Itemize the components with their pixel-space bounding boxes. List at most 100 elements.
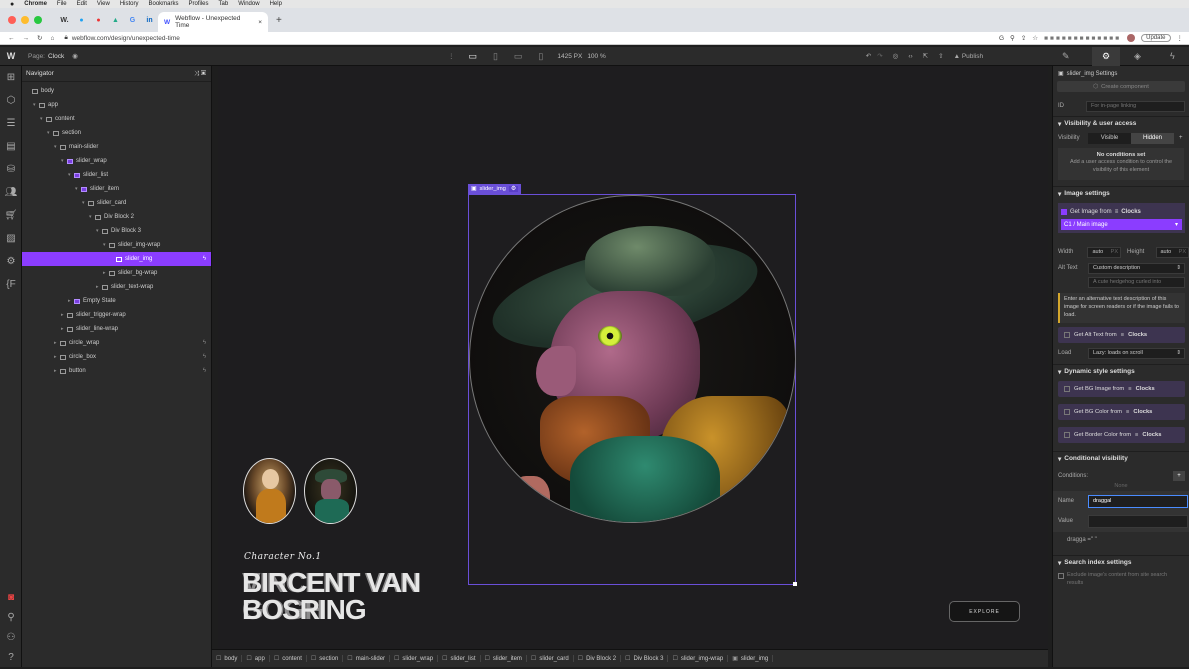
menu-bookmarks[interactable]: Bookmarks — [149, 1, 179, 7]
url-text[interactable]: webflow.com/design/unexpected-time — [72, 35, 180, 42]
navigator-icon[interactable]: ☰ — [0, 112, 22, 135]
height-unit[interactable]: PX — [1179, 249, 1186, 255]
apple-icon[interactable]: ● — [10, 1, 14, 8]
extension-icons[interactable]: ■■■■■■■■■■■■■ — [1044, 35, 1121, 42]
element-settings-icon[interactable]: ⚙ — [509, 186, 518, 192]
design-canvas[interactable]: ▣ slider_img ⚙ Character No.1 BIRCENT VA… — [218, 66, 1048, 649]
main-portrait-image[interactable] — [469, 195, 796, 523]
navigator-item-circle-box[interactable]: ▸circle_boxϟ — [22, 350, 211, 364]
minimize-window-button[interactable] — [21, 16, 29, 24]
visible-toggle[interactable]: Visible — [1088, 133, 1131, 144]
more-options-icon[interactable]: ⋮ — [448, 52, 455, 60]
dock-icon[interactable]: ▣ — [201, 70, 206, 77]
resize-handle[interactable] — [793, 582, 797, 586]
navigator-item-body[interactable]: body — [22, 84, 211, 98]
home-icon[interactable]: ⌂ — [50, 35, 54, 42]
interaction-bolt-icon[interactable]: ϟ — [203, 354, 206, 360]
navigator-item-slider-line-wrap[interactable]: ▸slider_line-wrap — [22, 322, 211, 336]
navigator-item-content[interactable]: ▾content — [22, 112, 211, 126]
alt-text-input[interactable] — [1088, 277, 1185, 288]
logic-icon[interactable]: {F — [0, 273, 22, 296]
tab-webflow-w[interactable]: W. — [56, 8, 73, 32]
code-icon[interactable]: ‹› — [908, 53, 912, 60]
pages-icon[interactable]: ▤ — [0, 135, 22, 158]
help-icon[interactable]: ? — [0, 646, 22, 669]
eye-icon[interactable]: ◉ — [72, 52, 78, 60]
menu-view[interactable]: View — [97, 1, 110, 7]
add-condition-icon[interactable]: + — [1179, 135, 1183, 141]
zoom-icon[interactable]: ⚲ — [1010, 34, 1015, 42]
menu-help[interactable]: Help — [270, 1, 282, 7]
update-button[interactable]: Update — [1141, 34, 1170, 42]
thumbnail-vangogh[interactable] — [304, 458, 357, 524]
conditional-visibility-header[interactable]: ▾Conditional visibility — [1053, 451, 1189, 465]
navigator-item-slider-list[interactable]: ▾slider_list — [22, 168, 211, 182]
publish-button[interactable]: ▲ Publish — [954, 53, 984, 60]
add-condition-button[interactable]: + — [1173, 471, 1185, 481]
exclude-search-checkbox[interactable] — [1058, 573, 1064, 579]
cms-icon[interactable]: ⛁ — [0, 158, 22, 181]
navigator-item-slider-card[interactable]: ▾slider_card — [22, 196, 211, 210]
navigator-item-slider-bg-wrap[interactable]: ▸slider_bg-wrap — [22, 266, 211, 280]
menu-profiles[interactable]: Profiles — [189, 1, 209, 7]
breadcrumb-item[interactable]: ☐app — [242, 655, 269, 662]
hidden-toggle[interactable]: Hidden — [1131, 133, 1174, 144]
search-index-header[interactable]: ▾Search index settings — [1053, 555, 1189, 569]
menu-window[interactable]: Window — [238, 1, 259, 7]
get-bg-image-row[interactable]: Get BG Image from≡Clocks — [1058, 381, 1185, 397]
navigator-item-app[interactable]: ▾app — [22, 98, 211, 112]
get-alt-text-row[interactable]: Get Alt Text from≡Clocks — [1058, 327, 1185, 343]
active-tab[interactable]: W Webflow - Unexpected Time × — [158, 12, 268, 32]
breadcrumb-item[interactable]: ☐slider_wrap — [390, 655, 438, 662]
image-settings-header[interactable]: ▾Image settings — [1053, 186, 1189, 200]
get-border-color-row[interactable]: Get Border Color from≡Clocks — [1058, 427, 1185, 443]
page-name[interactable]: Clock — [48, 53, 64, 60]
get-bg-color-row[interactable]: Get BG Color from≡Clocks — [1058, 404, 1185, 420]
get-bg-color-checkbox[interactable] — [1064, 409, 1070, 415]
breadcrumb-item[interactable]: ☐slider_item — [481, 655, 527, 662]
navigator-item-button[interactable]: ▸buttonϟ — [22, 364, 211, 378]
breadcrumb-item[interactable]: ☐Div Block 2 — [574, 655, 621, 662]
thumbnail-girl[interactable] — [243, 458, 296, 524]
tab-twitter[interactable]: ● — [73, 8, 90, 32]
breadcrumb-item[interactable]: ☐section — [307, 655, 343, 662]
export-icon[interactable]: ⇱ — [923, 52, 928, 60]
reload-icon[interactable]: ↻ — [37, 34, 42, 42]
tab-linkedin[interactable]: in — [141, 8, 158, 32]
navigator-item-slider-item[interactable]: ▾slider_item — [22, 182, 211, 196]
desktop-breakpoint-icon[interactable]: ▭ — [468, 51, 477, 62]
more-icon[interactable]: ⋮ — [1177, 34, 1184, 42]
menu-tab[interactable]: Tab — [219, 1, 229, 7]
navigator-item-slider-wrap[interactable]: ▾slider_wrap — [22, 154, 211, 168]
custom-attribute-item[interactable]: dragga =" " — [1053, 537, 1189, 549]
alt-text-select[interactable]: Custom description⇕ — [1088, 263, 1185, 274]
breadcrumb-item[interactable]: ☐Div Block 3 — [621, 655, 668, 662]
navigator-item-empty-state[interactable]: ▸Empty State — [22, 294, 211, 308]
close-tab-icon[interactable]: × — [258, 19, 262, 26]
breadcrumb-item[interactable]: ☐content — [270, 655, 307, 662]
explore-button[interactable]: EXPLORE — [949, 601, 1020, 622]
interaction-bolt-icon[interactable]: ϟ — [203, 256, 206, 262]
tab-red[interactable]: ● — [90, 8, 107, 32]
load-select[interactable]: Lazy: loads on scroll⇕ — [1088, 348, 1185, 359]
tablet-breakpoint-icon[interactable]: ▯ — [493, 51, 498, 62]
interaction-bolt-icon[interactable]: ϟ — [203, 340, 206, 346]
selected-element-tag[interactable]: ▣ slider_img ⚙ — [468, 184, 521, 194]
menu-history[interactable]: History — [120, 1, 139, 7]
breadcrumb-item[interactable]: ☐main-slider — [343, 655, 390, 662]
visibility-section-header[interactable]: ▾Visibility & user access — [1053, 116, 1189, 130]
menu-file[interactable]: File — [57, 1, 67, 7]
interaction-bolt-icon[interactable]: ϟ — [203, 368, 206, 374]
breadcrumb-item[interactable]: ▣slider_img — [728, 655, 773, 662]
maximize-window-button[interactable] — [34, 16, 42, 24]
google-icon[interactable]: G — [999, 35, 1004, 42]
tab-google[interactable]: G — [124, 8, 141, 32]
share-icon[interactable]: ⇪ — [1021, 34, 1026, 42]
navigator-item-slider-trigger-wrap[interactable]: ▸slider_trigger-wrap — [22, 308, 211, 322]
landscape-breakpoint-icon[interactable]: ▭ — [514, 51, 523, 62]
navigator-item-slider-text-wrap[interactable]: ▸slider_text-wrap — [22, 280, 211, 294]
new-tab-button[interactable]: + — [276, 15, 282, 26]
add-elements-icon[interactable]: ⊞ — [0, 66, 22, 89]
id-input[interactable] — [1086, 101, 1185, 112]
navigator-item-main-slider[interactable]: ▾main-slider — [22, 140, 211, 154]
